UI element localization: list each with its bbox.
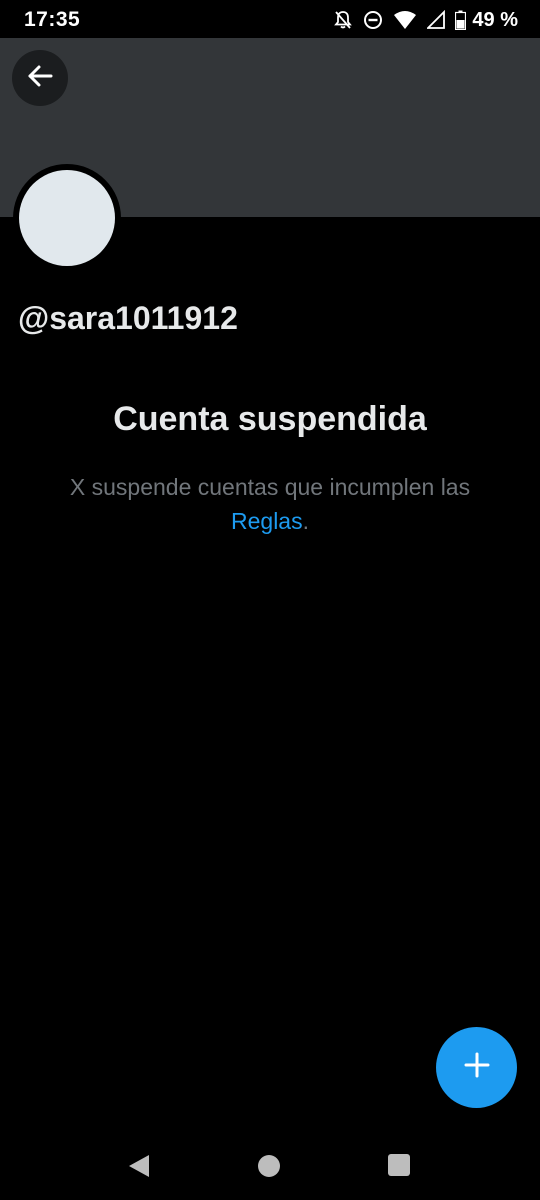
nav-back-icon[interactable] xyxy=(128,1154,150,1183)
battery-icon xyxy=(455,10,467,30)
nav-home-icon[interactable] xyxy=(258,1155,280,1177)
navigation-bar xyxy=(0,1130,540,1200)
battery-percentage: 49 % xyxy=(472,8,518,31)
back-button[interactable] xyxy=(12,50,68,106)
profile-handle: @sara1011912 xyxy=(18,300,238,336)
do-not-disturb-icon xyxy=(363,10,383,30)
avatar[interactable] xyxy=(19,170,115,266)
suspension-message-period: . xyxy=(302,508,309,534)
suspension-message-text: X suspende cuentas que incumplen las xyxy=(69,474,471,500)
arrow-left-icon xyxy=(26,62,54,95)
status-bar: 17:35 49 % xyxy=(0,0,540,38)
wifi-icon xyxy=(393,10,417,30)
nav-recents-icon[interactable] xyxy=(388,1154,410,1176)
status-time: 17:35 xyxy=(24,8,81,31)
rules-link[interactable]: Reglas xyxy=(231,508,303,534)
compose-button[interactable] xyxy=(436,1027,517,1108)
plus-icon xyxy=(464,1052,490,1083)
suspension-title: Cuenta suspendida xyxy=(113,400,427,438)
suspension-message: X suspende cuentas que incumplen las Reg… xyxy=(40,470,500,538)
status-icons: 49 % xyxy=(323,8,518,32)
notifications-off-icon xyxy=(333,10,353,30)
signal-icon xyxy=(427,10,446,30)
